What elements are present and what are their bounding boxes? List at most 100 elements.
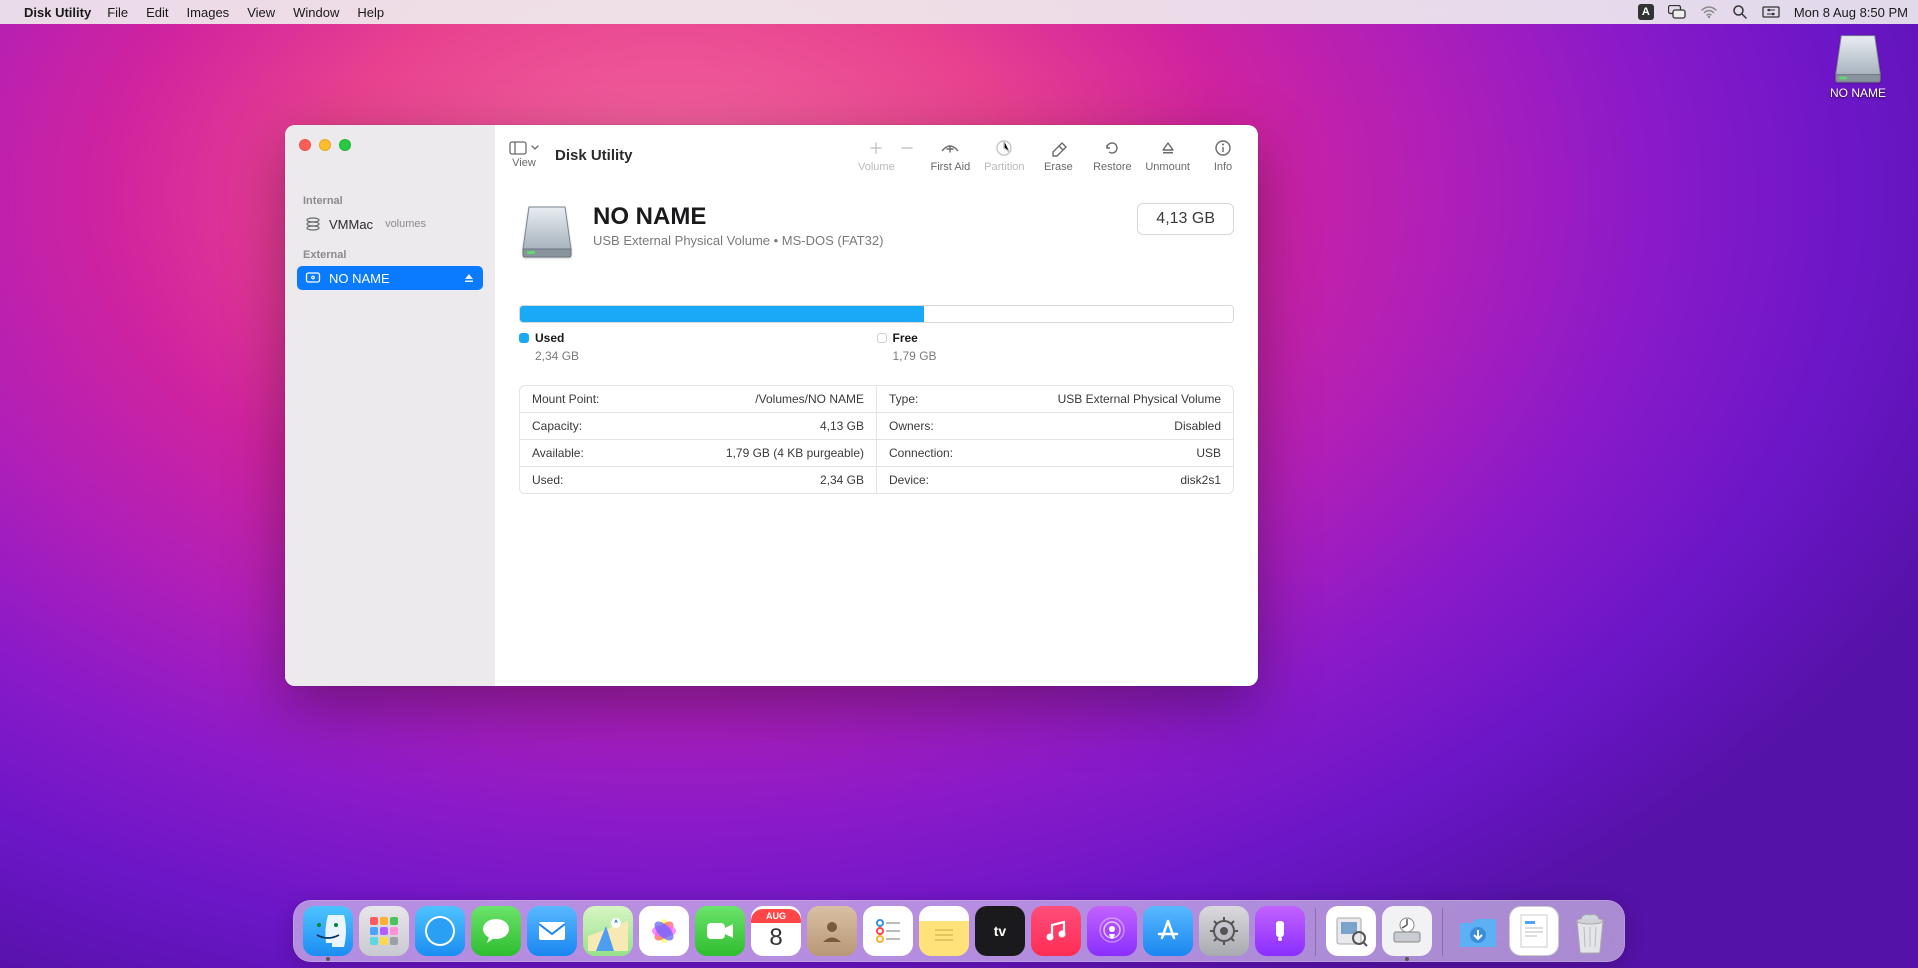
sidebar-item-label: VMMac	[329, 217, 373, 232]
info-row: Mount Point:/Volumes/NO NAME	[520, 386, 876, 412]
erase-icon	[1049, 137, 1067, 159]
sidebar-item-noname[interactable]: NO NAME	[297, 266, 483, 290]
restore-icon	[1103, 137, 1121, 159]
info-grid: Mount Point:/Volumes/NO NAMECapacity:4,1…	[519, 385, 1234, 494]
dock-settings[interactable]	[1199, 906, 1249, 956]
free-swatch	[877, 333, 887, 343]
toolbar: View Disk Utility Volume First Aid	[495, 125, 1258, 185]
sidebar-layout-icon	[509, 141, 527, 155]
input-source-icon[interactable]: A	[1638, 4, 1654, 20]
info-value: 2,34 GB	[820, 473, 864, 487]
dock-recent-doc[interactable]	[1509, 906, 1559, 956]
window-controls	[299, 139, 351, 151]
disk-utility-window: Internal VMMac volumes External NO NAME	[285, 125, 1258, 686]
dock-preview[interactable]	[1326, 906, 1376, 956]
view-menu-button[interactable]: View	[509, 141, 539, 169]
eject-icon[interactable]	[463, 272, 475, 284]
info-value: USB External Physical Volume	[1058, 392, 1221, 406]
app-name[interactable]: Disk Utility	[24, 5, 91, 20]
sidebar-heading-external: External	[297, 245, 483, 265]
spotlight-icon[interactable]	[1732, 4, 1748, 20]
dock-notes[interactable]	[919, 906, 969, 956]
zoom-button[interactable]	[339, 139, 351, 151]
free-value: 1,79 GB	[893, 349, 1235, 363]
menu-images[interactable]: Images	[187, 5, 230, 20]
dock-messages[interactable]	[471, 906, 521, 956]
sidebar-heading-internal: Internal	[297, 191, 483, 211]
info-value: 1,79 GB (4 KB purgeable)	[726, 446, 864, 460]
volume-remove-button	[897, 137, 917, 173]
sidebar: Internal VMMac volumes External NO NAME	[285, 125, 495, 686]
erase-button[interactable]: Erase	[1037, 137, 1079, 173]
unmount-button[interactable]: Unmount	[1145, 137, 1190, 173]
info-row: Connection:USB	[877, 439, 1233, 466]
control-strip-icon[interactable]	[1762, 5, 1780, 19]
info-key: Capacity:	[532, 419, 582, 433]
minimize-button[interactable]	[319, 139, 331, 151]
main-body: NO NAME USB External Physical Volume • M…	[495, 185, 1258, 494]
dock-trash[interactable]	[1565, 906, 1615, 956]
usage-free-segment	[924, 306, 1233, 322]
close-button[interactable]	[299, 139, 311, 151]
sidebar-item-vmmac[interactable]: VMMac volumes	[297, 212, 483, 236]
dock-diskutility[interactable]	[1382, 906, 1432, 956]
menu-help[interactable]: Help	[357, 5, 384, 20]
menu-view[interactable]: View	[247, 5, 275, 20]
volume-title: NO NAME	[593, 203, 883, 231]
dock-appstore[interactable]	[1143, 906, 1193, 956]
dock-calendar[interactable]: AUG 8	[751, 906, 801, 956]
partition-button: Partition	[983, 137, 1025, 173]
info-key: Available:	[532, 446, 584, 460]
desktop-disk[interactable]: NO NAME	[1818, 30, 1898, 100]
view-label: View	[512, 157, 536, 169]
info-key: Used:	[532, 473, 563, 487]
dock-facetime[interactable]	[695, 906, 745, 956]
dock-safari[interactable]	[415, 906, 465, 956]
dock-photos[interactable]	[639, 906, 689, 956]
dock-maps[interactable]	[583, 906, 633, 956]
dock-finder[interactable]	[303, 906, 353, 956]
used-swatch	[519, 333, 529, 343]
info-button[interactable]: Info	[1202, 137, 1244, 173]
dock-separator	[1315, 908, 1316, 956]
window-title: Disk Utility	[555, 147, 633, 164]
dock-downloads[interactable]	[1453, 906, 1503, 956]
menu-edit[interactable]: Edit	[146, 5, 168, 20]
chevron-down-icon	[531, 145, 539, 151]
menu-file[interactable]: File	[107, 5, 128, 20]
info-row: Owners:Disabled	[877, 412, 1233, 439]
control-center-icon[interactable]	[1668, 5, 1686, 19]
usage-bar	[519, 305, 1234, 323]
dock: AUG 8 tv	[293, 900, 1625, 962]
info-icon	[1214, 137, 1232, 159]
eject-icon	[1160, 137, 1176, 159]
used-value: 2,34 GB	[535, 349, 877, 363]
restore-button[interactable]: Restore	[1091, 137, 1133, 173]
usage-used-segment	[520, 306, 924, 322]
menubar-datetime[interactable]: Mon 8 Aug 8:50 PM	[1794, 5, 1908, 20]
info-row: Device:disk2s1	[877, 466, 1233, 493]
external-disk-icon	[1832, 30, 1884, 82]
first-aid-button[interactable]: First Aid	[929, 137, 971, 173]
free-label: Free	[893, 331, 918, 345]
dock-feedback[interactable]	[1255, 906, 1305, 956]
dock-podcasts[interactable]	[1087, 906, 1137, 956]
info-row: Capacity:4,13 GB	[520, 412, 876, 439]
dock-music[interactable]	[1031, 906, 1081, 956]
content: View Disk Utility Volume First Aid	[495, 125, 1258, 686]
dock-contacts[interactable]	[807, 906, 857, 956]
volume-stack-icon	[305, 216, 321, 232]
partition-icon	[995, 137, 1013, 159]
wifi-icon[interactable]	[1700, 5, 1718, 19]
info-row: Type: USB External Physical Volume	[877, 386, 1233, 412]
dock-mail[interactable]	[527, 906, 577, 956]
info-key: Type:	[889, 392, 918, 406]
dock-launchpad[interactable]	[359, 906, 409, 956]
info-key: Mount Point:	[532, 392, 599, 406]
external-volume-icon	[305, 270, 321, 286]
dock-tv[interactable]: tv	[975, 906, 1025, 956]
dock-reminders[interactable]	[863, 906, 913, 956]
info-row: Used: 2,34 GB	[520, 466, 876, 493]
info-key: Owners:	[889, 419, 934, 433]
menu-window[interactable]: Window	[293, 5, 339, 20]
